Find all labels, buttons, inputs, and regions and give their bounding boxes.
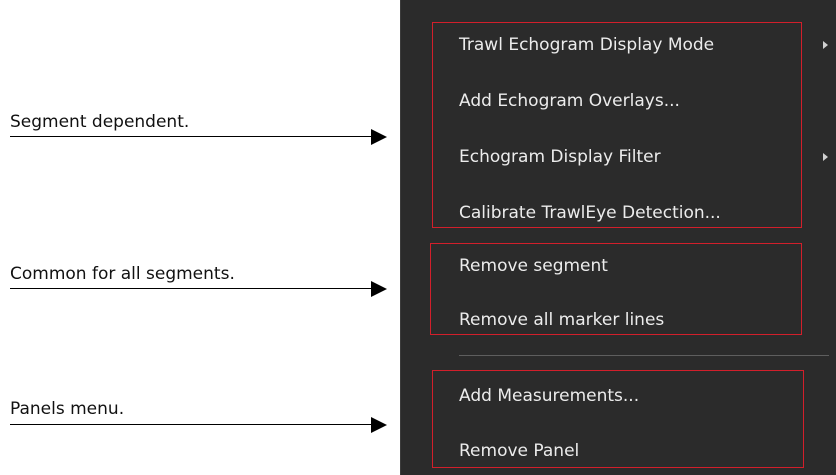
highlight-box-panels-group [432, 370, 804, 468]
annotation-panels: Panels menu. [0, 399, 400, 439]
context-menu: Trawl Echogram Display Mode Add Echogram… [400, 0, 836, 475]
annotation-line-common [10, 288, 375, 289]
screenshot-stage: Segment dependent. Common for all segmen… [0, 0, 836, 475]
arrow-right-icon [371, 129, 387, 145]
arrow-right-icon [371, 417, 387, 433]
annotation-label-common: Common for all segments. [10, 264, 235, 284]
annotation-line-panels [10, 424, 375, 425]
annotation-label-segment-dependent: Segment dependent. [10, 112, 190, 132]
submenu-arrow-icon [823, 153, 828, 161]
menu-separator [459, 355, 829, 356]
arrow-right-icon [371, 281, 387, 297]
annotation-line-segment-dependent [10, 136, 375, 137]
annotation-label-panels: Panels menu. [10, 399, 125, 419]
highlight-box-segment-group [432, 22, 802, 228]
annotation-segment-dependent: Segment dependent. [0, 112, 400, 152]
highlight-box-common-group [430, 243, 802, 335]
submenu-arrow-icon [823, 41, 828, 49]
annotation-common: Common for all segments. [0, 264, 400, 304]
